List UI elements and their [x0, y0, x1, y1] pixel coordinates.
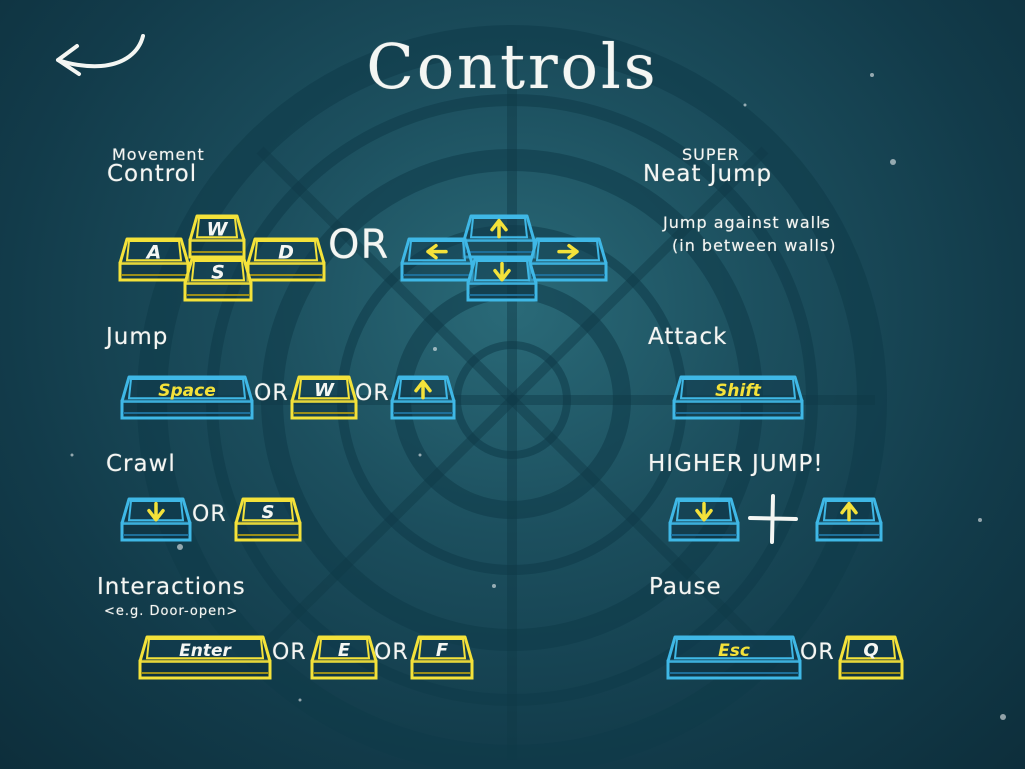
key-f-label: F	[436, 640, 449, 661]
neat-jump-desc-1: Jump against walls	[663, 213, 831, 232]
crawl-label: Crawl	[106, 451, 176, 477]
key-s-label: S	[211, 261, 225, 283]
higher-jump-label: HIGHER JUMP!	[648, 451, 824, 477]
key-q-label: Q	[863, 640, 878, 661]
key-jump-w: W	[290, 374, 362, 426]
attack-label: Attack	[648, 324, 728, 350]
key-f: F	[410, 634, 478, 686]
jump-or-1: OR	[254, 381, 289, 406]
key-crawl-s: S	[234, 496, 306, 548]
key-enter-label: Enter	[179, 641, 232, 661]
interactions-or-1: OR	[272, 640, 307, 665]
key-enter: Enter	[138, 634, 276, 686]
key-higher-up	[815, 496, 887, 548]
key-space-label: Space	[158, 381, 216, 401]
key-e: E	[310, 634, 382, 686]
interactions-subtitle: <e.g. Door-open>	[104, 604, 239, 619]
key-shift-label: Shift	[715, 381, 762, 401]
neat-jump-title: Neat Jump	[643, 161, 773, 187]
interactions-label: Interactions	[97, 574, 246, 600]
key-crawl-down	[120, 496, 196, 548]
movement-title: Control	[107, 161, 198, 187]
key-d-label: D	[278, 241, 294, 263]
key-a-label: A	[145, 241, 162, 263]
crawl-or: OR	[192, 502, 227, 527]
pause-label: Pause	[649, 574, 722, 600]
movement-or: OR	[328, 222, 390, 268]
key-w-label: W	[207, 218, 229, 240]
key-e-label: E	[338, 640, 351, 661]
key-space: Space	[120, 374, 258, 426]
key-arrow-down	[466, 256, 542, 308]
key-shift: Shift	[672, 374, 808, 426]
key-d: D	[246, 236, 330, 288]
neat-jump-desc-2: (in between walls)	[672, 236, 837, 255]
plus-icon	[746, 492, 800, 550]
key-jump-up	[390, 374, 460, 426]
key-crawl-s-label: S	[262, 502, 275, 523]
key-higher-down	[668, 496, 744, 548]
page-title: Controls	[366, 30, 659, 103]
jump-label: Jump	[106, 324, 169, 350]
key-esc: Esc	[666, 634, 806, 686]
key-jump-w-label: W	[314, 380, 335, 401]
key-s: S	[183, 256, 257, 308]
key-q: Q	[838, 634, 908, 686]
key-esc-label: Esc	[718, 641, 750, 661]
